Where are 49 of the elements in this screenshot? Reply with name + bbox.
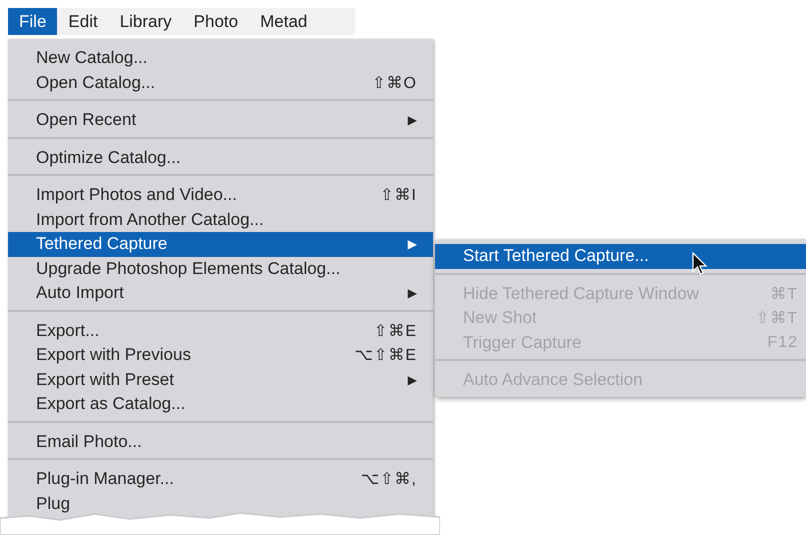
- menu-item[interactable]: Export... ⇧⌘E: [8, 318, 433, 343]
- menu-item-label: Upgrade Photoshop Elements Catalog...: [36, 258, 340, 279]
- menu-item-label: Plug: [36, 494, 70, 514]
- shortcut-label: ⇧⌘O: [372, 74, 417, 93]
- menu-item-label: Export with Preset: [36, 370, 174, 390]
- menu-item-label: Export with Previous: [36, 345, 191, 366]
- menu-item-label: Tethered Capture: [36, 234, 168, 254]
- menu-item[interactable]: Export with Preset ▶: [8, 368, 433, 392]
- submenu-arrow: ▶: [408, 372, 417, 387]
- menu-item-label: Open Catalog...: [36, 72, 156, 93]
- menu-item-label: Open Recent: [36, 110, 136, 130]
- menu-item[interactable]: Open Recent ▶: [8, 108, 433, 132]
- shortcut-label: ⇧⌘I: [380, 186, 417, 206]
- menu-item[interactable]: Plug-in Manager... ⌥⇧⌘,: [8, 467, 433, 492]
- menu-item[interactable]: Import Photos and Video... ⇧⌘I: [8, 183, 433, 208]
- shortcut-label: ⌥⇧⌘E: [354, 346, 417, 366]
- menu-bar-item[interactable]: Photo: [182, 8, 250, 35]
- menu-item[interactable]: Start Tethered Capture...: [435, 244, 806, 268]
- menu-item-label: Export as Catalog...: [36, 394, 186, 414]
- menu-bar-item[interactable]: Metad: [249, 8, 318, 35]
- submenu-arrow: ▶: [408, 113, 417, 128]
- shortcut-label: ⇧⌘E: [374, 322, 417, 341]
- menu-item[interactable]: Auto Import ▶: [8, 281, 433, 306]
- menu-bar-item[interactable]: File: [8, 8, 58, 35]
- menu-item[interactable]: Email Photo...: [8, 430, 433, 454]
- menu-item-label: Import Photos and Video...: [36, 185, 237, 206]
- submenu-arrow: ▶: [408, 237, 417, 252]
- menu-bar-item[interactable]: Edit: [57, 8, 109, 35]
- menu-item[interactable]: Optimize Catalog...: [8, 146, 433, 170]
- menu-item-label: Auto Import: [36, 283, 124, 304]
- menu-item[interactable]: Import from Another Catalog...: [8, 208, 433, 232]
- menu-item[interactable]: Upgrade Photoshop Elements Catalog...: [8, 256, 433, 281]
- shortcut-label: ⌥⇧⌘,: [360, 470, 417, 490]
- submenu-arrow: ▶: [408, 286, 417, 300]
- menu-item[interactable]: Export as Catalog...: [8, 392, 433, 416]
- cursor-icon: [692, 252, 708, 276]
- menu-item[interactable]: New Catalog...: [8, 46, 433, 70]
- menu-item[interactable]: Plug: [8, 492, 433, 516]
- menu-item-label: Export...: [36, 320, 100, 341]
- menu-item[interactable]: Open Catalog... ⇧⌘O: [8, 70, 433, 95]
- menu-bar-item[interactable]: Library: [108, 8, 183, 35]
- menu-item[interactable]: Export with Previous ⌥⇧⌘E: [8, 343, 433, 368]
- menu-item-label: Plug-in Manager...: [36, 469, 174, 490]
- menu-item[interactable]: Tethered Capture ▶: [8, 232, 433, 256]
- menu-item-label: Email Photo...: [36, 432, 142, 452]
- menu-item-label: Import from Another Catalog...: [36, 210, 264, 230]
- menu-item-label: Optimize Catalog...: [36, 148, 181, 168]
- menu-item-label: New Catalog...: [36, 48, 148, 68]
- menu-item-label: Start Tethered Capture...: [463, 246, 649, 266]
